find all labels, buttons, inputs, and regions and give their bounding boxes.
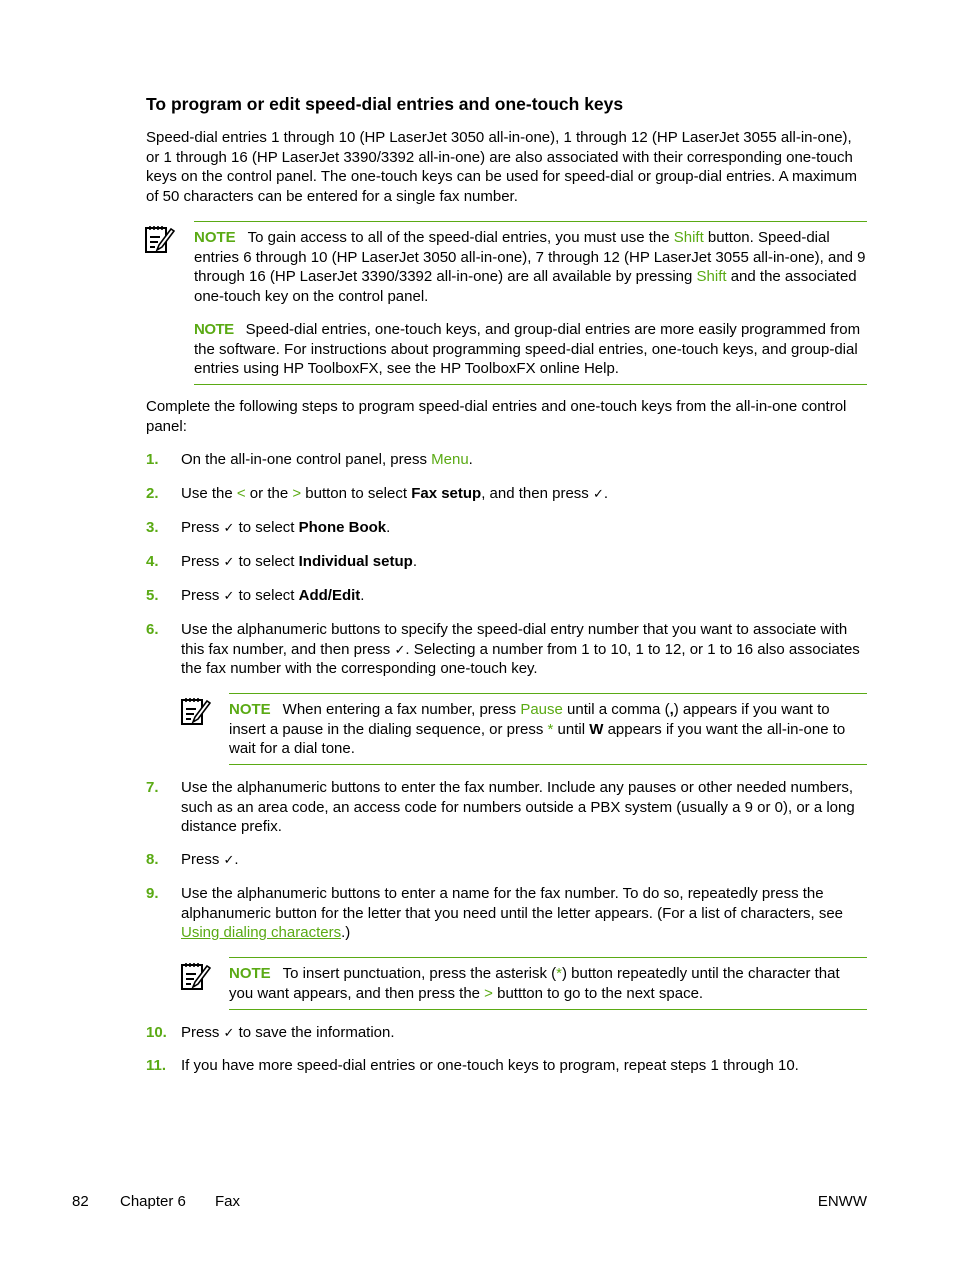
checkmark-icon: ✓ xyxy=(592,486,604,501)
note-label: NOTE xyxy=(194,229,236,246)
checkmark-icon: ✓ xyxy=(223,852,235,867)
note-label: NOTE xyxy=(229,965,271,982)
left-arrow-key-ref: < xyxy=(236,485,246,502)
footer-section: Fax xyxy=(215,1193,241,1210)
checkmark-icon: ✓ xyxy=(223,588,235,603)
intro-paragraph: Speed-dial entries 1 through 10 (HP Lase… xyxy=(146,129,857,205)
note-text: NOTE To gain access to all of the speed-d… xyxy=(194,229,866,305)
note-text: NOTE Speed-dial entries, one-touch keys, … xyxy=(194,321,861,377)
menu-key-ref: Menu xyxy=(431,451,469,468)
shift-key-ref: Shift xyxy=(673,229,704,246)
note-label: NOTE xyxy=(194,321,234,338)
note-box: NOTE To insert punctuation, press the ast… xyxy=(229,957,867,1010)
checkmark-icon: ✓ xyxy=(394,641,406,657)
footer-edition: ENWW xyxy=(817,1193,867,1210)
checkmark-icon: ✓ xyxy=(223,1025,235,1040)
note-text: NOTE To insert punctuation, press the ast… xyxy=(229,965,840,1002)
document-page: To program or edit speed-dial entries an… xyxy=(72,94,867,1210)
note-box: NOTE When entering a fax number, press Pa… xyxy=(229,693,867,765)
lead-paragraph: Complete the following steps to program … xyxy=(146,398,847,435)
right-arrow-key-ref: > xyxy=(484,984,493,1002)
note-icon xyxy=(181,698,211,725)
checkmark-icon: ✓ xyxy=(223,554,235,569)
using-dialing-characters-link[interactable]: Using dialing characters xyxy=(181,924,341,941)
note-box: NOTE To gain access to all of the speed-d… xyxy=(194,221,867,385)
pause-key-ref: Pause xyxy=(520,701,563,718)
note-icon xyxy=(145,226,175,253)
page-number: 82 xyxy=(72,1193,89,1210)
note-icon xyxy=(181,963,211,990)
section-heading: To program or edit speed-dial entries an… xyxy=(146,94,624,114)
shift-key-ref: Shift xyxy=(696,268,727,285)
checkmark-icon: ✓ xyxy=(223,520,235,535)
note-text: NOTE When entering a fax number, press Pa… xyxy=(229,701,846,757)
footer-chapter: Chapter 6 xyxy=(120,1193,186,1210)
right-arrow-key-ref: > xyxy=(292,485,302,502)
note-label: NOTE xyxy=(229,701,271,718)
